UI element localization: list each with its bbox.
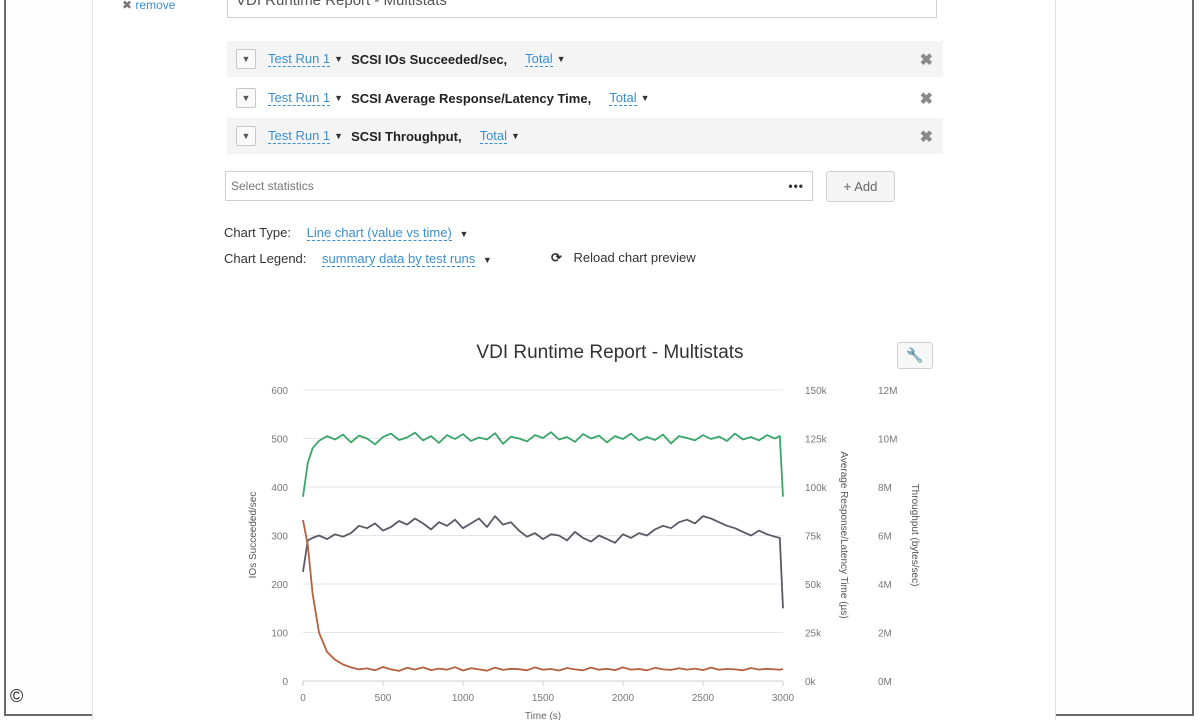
y-axis-label: Throughput (bytes/sec) — [909, 484, 920, 587]
y-tick-label: 100k — [805, 483, 828, 494]
x-tick-label: 3000 — [772, 693, 795, 704]
y-tick-label: 100 — [271, 629, 288, 640]
y-tick-label: 200 — [271, 580, 288, 591]
y-tick-label: 6M — [878, 532, 892, 543]
x-tick-label: 2000 — [612, 693, 635, 704]
y-tick-label: 400 — [271, 483, 288, 494]
y-tick-label: 150k — [805, 386, 828, 397]
y-tick-label: 0k — [805, 677, 817, 688]
y-tick-label: 75k — [805, 532, 822, 543]
y-axis-label: Average Response/Latency Time (µs) — [838, 451, 849, 618]
y-tick-label: 50k — [805, 580, 822, 591]
line-chart: 0 100 200 300 400 500 600 0k 25k 50k 75k 100k 125k 15… — [248, 386, 920, 720]
y-tick-label: 8M — [878, 483, 892, 494]
y-tick-label: 300 — [271, 532, 288, 543]
series-line — [302, 515, 784, 609]
x-tick-label: 2500 — [692, 693, 715, 704]
x-tick-label: 0 — [300, 693, 306, 704]
x-axis-label: Time (s) — [525, 711, 561, 720]
y-tick-label: 0M — [878, 677, 892, 688]
y-tick-label: 2M — [878, 629, 892, 640]
y-tick-label: 10M — [878, 435, 897, 446]
y-tick-label: 25k — [805, 629, 822, 640]
y-tick-label: 4M — [878, 580, 892, 591]
y-tick-label: 12M — [878, 386, 897, 397]
x-tick-label: 500 — [375, 693, 392, 704]
x-tick-label: 1000 — [452, 693, 475, 704]
y-tick-label: 0 — [282, 677, 288, 688]
y-axis-label: IOs Succeeded/sec — [248, 492, 259, 579]
x-tick-label: 1500 — [532, 693, 555, 704]
copyright-icon: © — [10, 686, 24, 706]
series-line — [302, 519, 784, 672]
y-tick-label: 125k — [805, 435, 828, 446]
y-tick-label: 500 — [271, 435, 288, 446]
y-tick-label: 600 — [271, 386, 288, 397]
